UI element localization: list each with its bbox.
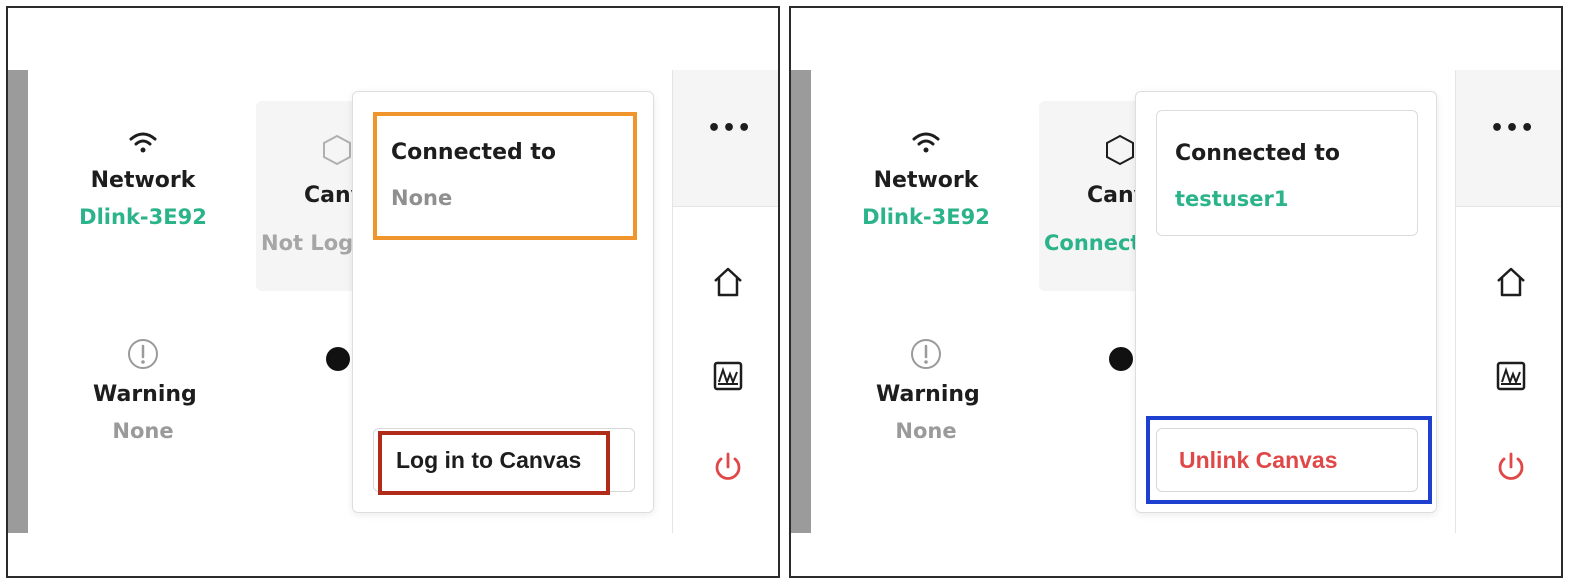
status-dot	[326, 347, 350, 371]
login-canvas-button[interactable]: Log in to Canvas	[373, 428, 635, 492]
status-dot	[1109, 347, 1133, 371]
connected-value: testuser1	[1175, 187, 1289, 211]
connected-value: None	[391, 186, 453, 210]
warning-value: None	[112, 419, 174, 443]
more-icon[interactable]: •••	[707, 116, 752, 141]
side-toolbar-top: •••	[673, 70, 778, 207]
connected-info-box: Connected to testuser1	[1156, 110, 1418, 236]
warning-icon	[911, 339, 941, 369]
canvas-hex-icon	[1106, 134, 1134, 166]
wifi-icon	[129, 132, 157, 153]
home-icon[interactable]	[1494, 266, 1528, 298]
warning-title: Warning	[876, 382, 980, 407]
warning-value: None	[895, 419, 957, 443]
warning-icon	[128, 339, 158, 369]
side-toolbar-top: •••	[1456, 70, 1561, 207]
more-icon[interactable]: •••	[1490, 116, 1535, 141]
canvas-popover: Connected to testuser1 Unlink Canvas	[1135, 91, 1437, 513]
right-screenshot-panel: Network Dlink-3E92 Warning None Canvas C…	[789, 6, 1563, 578]
side-toolbar: •••	[672, 70, 778, 533]
connected-label: Connected to	[1175, 141, 1341, 166]
wifi-icon	[912, 132, 940, 153]
left-screenshot-panel: Network Dlink-3E92 Warning None Canvas N…	[6, 6, 780, 578]
warning-tile[interactable]: Warning None	[93, 338, 197, 443]
network-value: Dlink-3E92	[79, 205, 207, 229]
network-tile[interactable]: Network Dlink-3E92	[78, 130, 208, 229]
power-icon[interactable]	[1494, 450, 1528, 484]
accent-bar	[791, 70, 811, 533]
network-tile[interactable]: Network Dlink-3E92	[861, 130, 991, 229]
canvas-hex-icon	[323, 134, 351, 166]
network-title: Network	[90, 168, 196, 193]
chart-icon[interactable]	[1494, 360, 1528, 392]
side-toolbar: •••	[1455, 70, 1561, 533]
canvas-popover: Connected to None Log in to Canvas	[352, 91, 654, 513]
connected-info-box: Connected to None	[373, 110, 635, 236]
unlink-canvas-button[interactable]: Unlink Canvas	[1156, 428, 1418, 492]
network-value: Dlink-3E92	[862, 205, 990, 229]
network-title: Network	[873, 168, 979, 193]
home-icon[interactable]	[711, 266, 745, 298]
accent-bar	[8, 70, 28, 533]
power-icon[interactable]	[711, 450, 745, 484]
connected-label: Connected to	[391, 140, 557, 165]
warning-title: Warning	[93, 382, 197, 407]
warning-tile[interactable]: Warning None	[876, 338, 980, 443]
chart-icon[interactable]	[711, 360, 745, 392]
